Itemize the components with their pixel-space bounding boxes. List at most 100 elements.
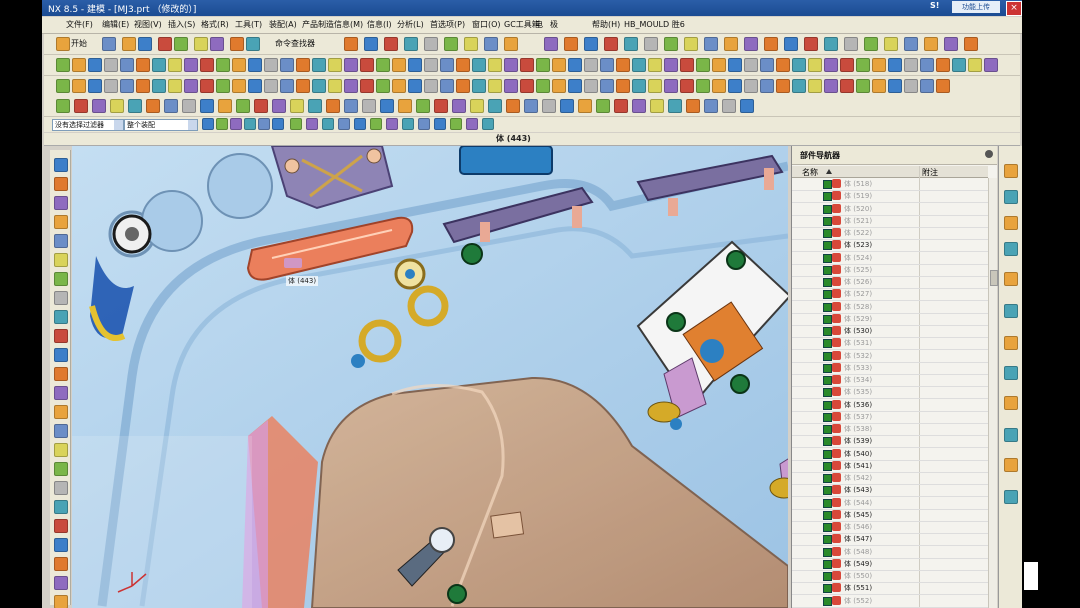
tb2-tool-icon[interactable] [344, 58, 358, 72]
tb1-tool-icon[interactable] [664, 37, 678, 51]
left-tool-icon[interactable] [54, 557, 68, 571]
tb2-tool-icon[interactable] [952, 58, 966, 72]
tb3-tool-icon[interactable] [168, 79, 182, 93]
tb1-tool-icon[interactable] [624, 37, 638, 51]
graphics-window[interactable]: 体 (443) [72, 146, 788, 608]
tb1-tool-icon[interactable] [804, 37, 818, 51]
navigator-row[interactable]: 体 (527) [792, 288, 988, 302]
tb1-tool-icon[interactable] [744, 37, 758, 51]
tb4-tool-icon[interactable] [434, 99, 448, 113]
tb2-tool-icon[interactable] [968, 58, 982, 72]
selection-tool-icon[interactable] [402, 118, 414, 130]
tb4-tool-icon[interactable] [218, 99, 232, 113]
tb2-tool-icon[interactable] [248, 58, 262, 72]
tb1-tool-icon[interactable] [384, 37, 398, 51]
menu-item-14[interactable]: 极 [550, 19, 558, 30]
left-tool-icon[interactable] [54, 481, 68, 495]
tb1-tool-icon[interactable] [964, 37, 978, 51]
tb2-tool-icon[interactable] [680, 58, 694, 72]
resource-tab-icon[interactable] [1004, 304, 1018, 318]
tb2-tool-icon[interactable] [904, 58, 918, 72]
tb3-tool-icon[interactable] [664, 79, 678, 93]
tb1-tool-icon[interactable] [904, 37, 918, 51]
visibility-checkbox[interactable] [823, 437, 832, 447]
tb3-tool-icon[interactable] [840, 79, 854, 93]
navigator-row[interactable]: 体 (545) [792, 509, 988, 522]
tb2-tool-icon[interactable] [120, 58, 134, 72]
navigator-row[interactable]: 体 (525) [792, 264, 988, 277]
tb1-tool-icon[interactable] [784, 37, 798, 51]
tb3-tool-icon[interactable] [136, 79, 150, 93]
tb2-tool-icon[interactable] [136, 58, 150, 72]
scrollbar-thumb[interactable] [990, 270, 998, 286]
type-filter-select[interactable]: 没有选择过滤器 [52, 119, 124, 131]
navigator-row[interactable]: 体 (537) [792, 411, 988, 424]
tb3-tool-icon[interactable] [120, 79, 134, 93]
tb2-tool-icon[interactable] [712, 58, 726, 72]
tb1-tool-icon[interactable] [246, 37, 260, 51]
tb2-tool-icon[interactable] [536, 58, 550, 72]
tb2-tool-icon[interactable] [456, 58, 470, 72]
tb1-tool-icon[interactable] [564, 37, 578, 51]
visibility-checkbox[interactable] [823, 474, 832, 483]
visibility-checkbox[interactable] [823, 510, 832, 520]
visibility-checkbox[interactable] [823, 290, 832, 300]
tb2-tool-icon[interactable] [696, 58, 710, 72]
pin-icon[interactable] [985, 150, 993, 158]
tb1-tool-icon[interactable] [704, 37, 718, 51]
tb1-tool-icon[interactable] [102, 37, 116, 51]
column-name[interactable]: 名称 [802, 167, 818, 178]
navigator-row[interactable]: 体 (522) [792, 227, 988, 240]
tb2-tool-icon[interactable] [552, 58, 566, 72]
tb3-tool-icon[interactable] [552, 79, 566, 93]
tb2-tool-icon[interactable] [200, 58, 214, 72]
tb2-tool-icon[interactable] [296, 58, 310, 72]
tb3-tool-icon[interactable] [888, 79, 902, 93]
visibility-checkbox[interactable] [823, 265, 832, 275]
navigator-row[interactable]: 体 (519) [792, 190, 988, 204]
tb4-tool-icon[interactable] [128, 99, 142, 113]
tb2-tool-icon[interactable] [88, 58, 102, 72]
resource-tab-icon[interactable] [1004, 396, 1018, 410]
visibility-checkbox[interactable] [823, 339, 832, 349]
tb4-tool-icon[interactable] [200, 99, 214, 113]
left-tool-icon[interactable] [54, 158, 68, 172]
visibility-checkbox[interactable] [823, 192, 832, 202]
tb3-tool-icon[interactable] [904, 79, 918, 93]
left-tool-icon[interactable] [54, 424, 68, 438]
tb1-tool-icon[interactable] [884, 37, 898, 51]
tb3-tool-icon[interactable] [792, 79, 806, 93]
selection-tool-icon[interactable] [244, 118, 256, 130]
menu-item-1[interactable]: 编辑(E) [102, 19, 129, 30]
visibility-checkbox[interactable] [823, 363, 832, 373]
menu-item-6[interactable]: 装配(A) [269, 19, 297, 30]
tb4-tool-icon[interactable] [704, 99, 718, 113]
resource-tab-icon[interactable] [1004, 366, 1018, 380]
left-tool-icon[interactable] [54, 234, 68, 248]
navigator-row[interactable]: 体 (541) [792, 460, 988, 473]
tb3-tool-icon[interactable] [88, 79, 102, 93]
tb2-tool-icon[interactable] [936, 58, 950, 72]
selection-tool-icon[interactable] [306, 118, 318, 130]
tb4-tool-icon[interactable] [542, 99, 556, 113]
tb1-tool-icon[interactable] [404, 37, 418, 51]
navigator-row[interactable]: 体 (533) [792, 362, 988, 375]
tb3-tool-icon[interactable] [728, 79, 742, 93]
left-tool-icon[interactable] [54, 443, 68, 457]
navigator-row[interactable]: 体 (534) [792, 374, 988, 387]
navigator-row[interactable]: 体 (543) [792, 484, 988, 498]
menu-item-0[interactable]: 文件(F) [66, 19, 93, 30]
navigator-row[interactable]: 体 (548) [792, 546, 988, 559]
navigator-row[interactable]: 体 (521) [792, 215, 988, 228]
tb1-tool-icon[interactable] [194, 37, 208, 51]
tb3-tool-icon[interactable] [328, 79, 342, 93]
tb3-tool-icon[interactable] [696, 79, 710, 93]
navigator-row[interactable]: 体 (547) [792, 533, 988, 547]
tb3-tool-icon[interactable] [936, 79, 950, 93]
menu-item-4[interactable]: 格式(R) [201, 19, 229, 30]
navigator-row[interactable]: 体 (536) [792, 399, 988, 412]
tb4-tool-icon[interactable] [146, 99, 160, 113]
navigator-row[interactable]: 体 (546) [792, 521, 988, 534]
resource-tab-icon[interactable] [1004, 164, 1018, 178]
tb1-tool-icon[interactable] [464, 37, 478, 51]
